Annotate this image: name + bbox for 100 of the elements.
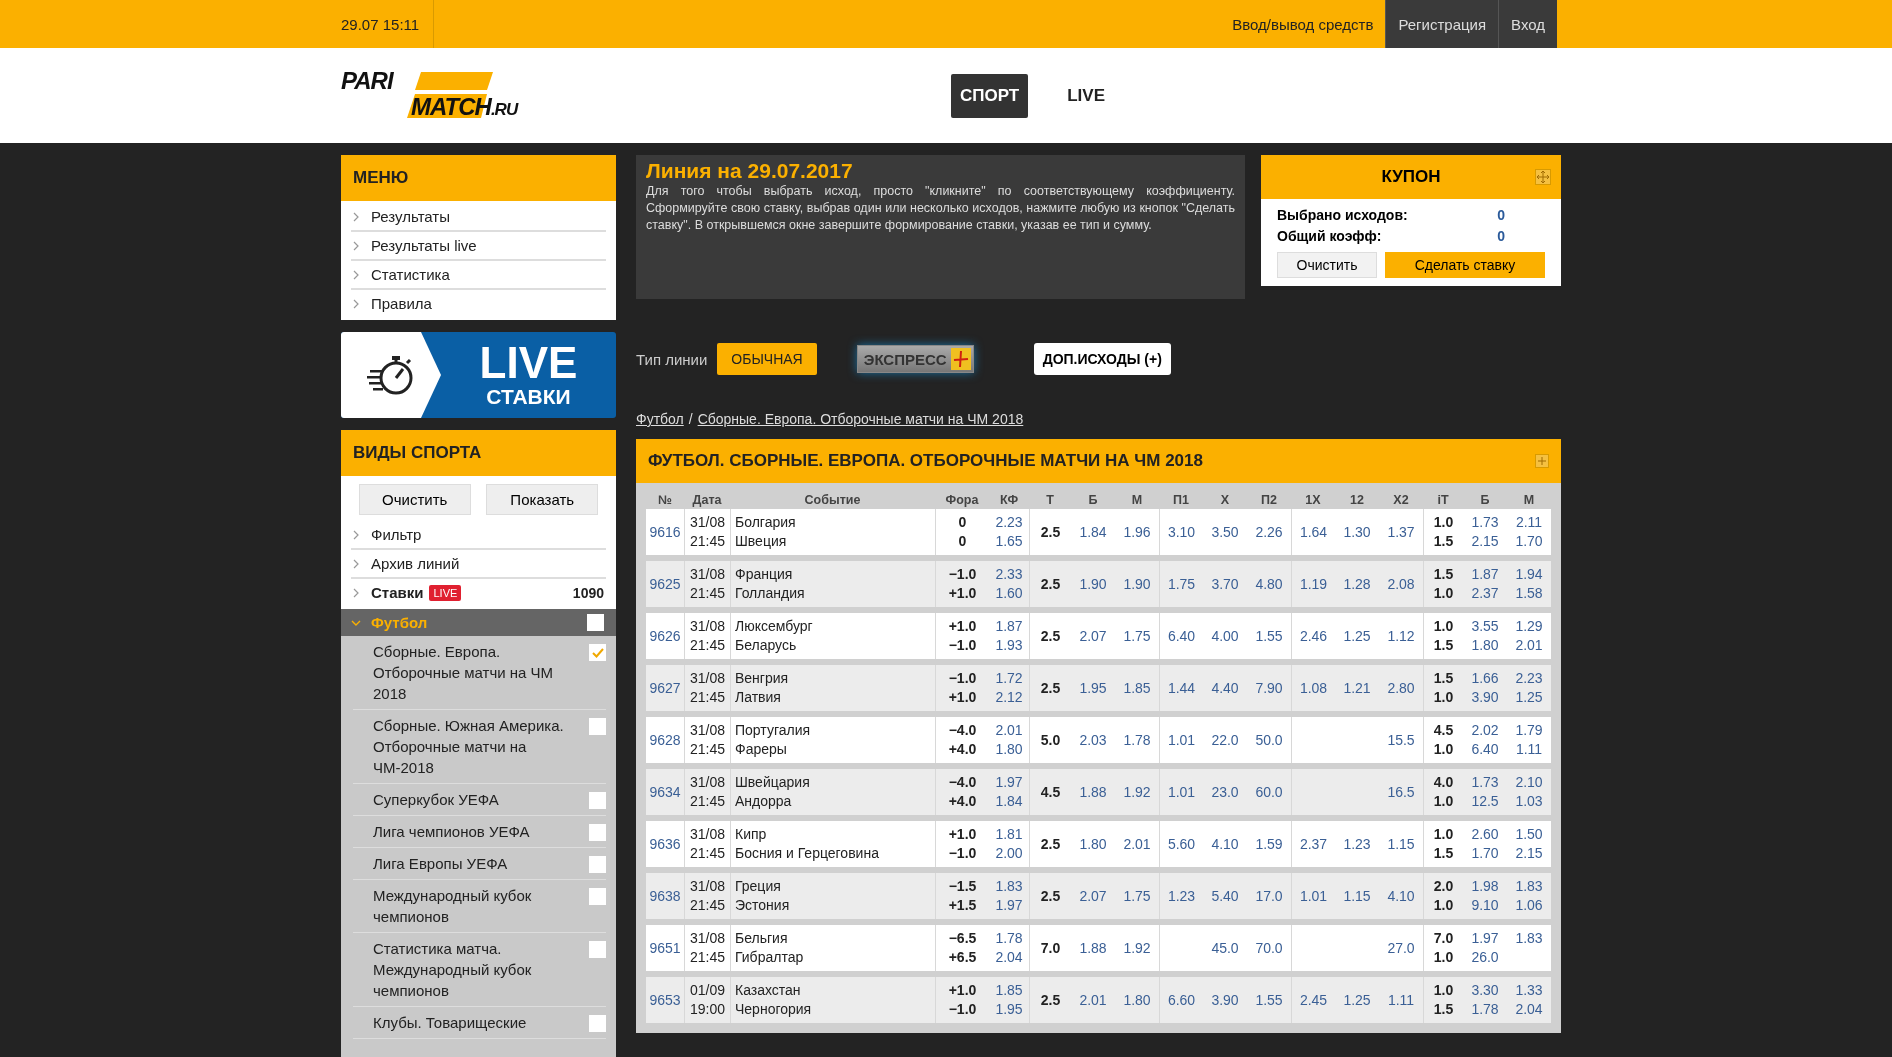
odds-value[interactable]: 1.72 (995, 669, 1023, 688)
odds-value[interactable]: 1.60 (995, 584, 1023, 603)
nav-tab[interactable]: LIVE (1058, 73, 1114, 118)
menu-item[interactable]: Результаты (351, 203, 606, 232)
odds-value[interactable]: 1.25 (1515, 688, 1543, 707)
odds-value[interactable]: 22.0 (1211, 730, 1239, 750)
league-item[interactable]: Суперкубок УЕФА (373, 789, 499, 810)
coupon-button[interactable]: Очистить (1277, 252, 1377, 278)
odds-value[interactable]: 3.10 (1167, 522, 1196, 542)
odds-value[interactable]: 1.65 (995, 532, 1023, 551)
odds-value[interactable]: 1.75 (1123, 626, 1151, 646)
league-item[interactable]: Международный кубок чемпионов (373, 885, 581, 927)
odds-value[interactable]: 3.70 (1211, 574, 1239, 594)
odds-value[interactable]: 2.00 (995, 844, 1023, 863)
odds-value[interactable]: 1.15 (1387, 834, 1415, 854)
odds-value[interactable]: 4.80 (1255, 574, 1283, 594)
line-type-button[interactable]: ОБЫЧНАЯ (717, 343, 817, 375)
odds-value[interactable]: 1.97 (1471, 929, 1499, 948)
league-item[interactable]: Статистика матча. Международный кубок чемпионов (373, 938, 581, 1001)
checkbox[interactable] (589, 644, 606, 661)
odds-value[interactable]: 1.12 (1387, 626, 1415, 646)
odds-value[interactable]: 1.19 (1299, 574, 1328, 594)
breadcrumb-link[interactable]: Футбол (636, 411, 684, 427)
odds-value[interactable]: 2.02 (1471, 721, 1499, 740)
odds-value[interactable]: 1.83 (1515, 929, 1543, 948)
odds-value[interactable]: 1.95 (1079, 678, 1107, 698)
match-number[interactable]: 9653 (649, 990, 681, 1010)
odds-value[interactable]: 1.29 (1515, 617, 1543, 636)
odds-value[interactable]: 2.07 (1079, 626, 1107, 646)
odds-value[interactable]: 1.88 (1079, 782, 1107, 802)
menu-item[interactable]: Правила (351, 290, 606, 317)
match-number[interactable]: 9636 (649, 834, 681, 854)
odds-value[interactable]: 1.85 (1123, 678, 1151, 698)
odds-value[interactable]: 1.59 (1255, 834, 1283, 854)
odds-value[interactable]: 2.23 (1515, 669, 1543, 688)
odds-value[interactable]: 1.70 (1515, 532, 1543, 551)
odds-value[interactable]: 2.01 (1515, 636, 1543, 655)
header-button[interactable]: Вход (1498, 0, 1557, 48)
sport-item[interactable]: Ставки LIVE 1090 (351, 579, 606, 606)
header-button[interactable]: Регистрация (1385, 0, 1499, 48)
odds-value[interactable]: 1.90 (1123, 574, 1151, 594)
checkbox[interactable] (589, 792, 606, 809)
league-item[interactable]: Лига чемпионов УЕФА (373, 821, 530, 842)
odds-value[interactable]: 2.37 (1471, 584, 1499, 603)
coupon-button[interactable]: Сделать ставку (1385, 252, 1545, 278)
odds-value[interactable]: 1.33 (1515, 981, 1543, 1000)
odds-value[interactable]: 1.80 (1471, 636, 1499, 655)
odds-value[interactable]: 27.0 (1387, 938, 1415, 958)
checkbox[interactable] (589, 941, 606, 958)
breadcrumb-link[interactable]: Сборные. Европа. Отборочные матчи на ЧМ 2018 (697, 411, 1024, 427)
odds-value[interactable]: 1.25 (1343, 626, 1371, 646)
odds-value[interactable]: 2.80 (1387, 678, 1415, 698)
odds-value[interactable]: 1.50 (1515, 825, 1543, 844)
sports-button[interactable]: Очистить (358, 484, 471, 515)
odds-value[interactable]: 6.40 (1471, 740, 1499, 759)
odds-value[interactable]: 1.58 (1515, 584, 1543, 603)
sport-item[interactable]: Архив линий (351, 550, 606, 579)
odds-value[interactable]: 1.21 (1343, 678, 1371, 698)
odds-value[interactable]: 45.0 (1211, 938, 1239, 958)
odds-value[interactable]: 1.78 (1123, 730, 1151, 750)
odds-value[interactable]: 2.37 (1299, 834, 1328, 854)
odds-value[interactable]: 1.06 (1515, 896, 1543, 915)
odds-value[interactable]: 2.45 (1299, 990, 1328, 1010)
odds-value[interactable]: 2.01 (995, 721, 1023, 740)
match-number[interactable]: 9628 (649, 730, 681, 750)
odds-value[interactable]: 1.97 (995, 896, 1023, 915)
odds-value[interactable]: 1.64 (1299, 522, 1328, 542)
odds-value[interactable]: 2.15 (1515, 844, 1543, 863)
odds-value[interactable]: 1.85 (995, 981, 1023, 1000)
odds-value[interactable]: 2.46 (1299, 626, 1328, 646)
match-number[interactable]: 9627 (649, 678, 681, 698)
odds-value[interactable]: 1.55 (1255, 626, 1283, 646)
checkbox[interactable] (589, 718, 606, 735)
odds-value[interactable]: 1.95 (995, 1000, 1023, 1019)
odds-value[interactable]: 2.15 (1471, 532, 1499, 551)
odds-value[interactable]: 1.75 (1167, 574, 1196, 594)
checkbox[interactable] (587, 614, 604, 631)
odds-value[interactable]: 2.33 (995, 565, 1023, 584)
odds-value[interactable]: 4.00 (1211, 626, 1239, 646)
expand-icon[interactable] (1535, 454, 1549, 468)
odds-value[interactable]: 3.50 (1211, 522, 1239, 542)
move-icon[interactable] (1535, 169, 1551, 185)
odds-value[interactable]: 1.92 (1123, 938, 1151, 958)
odds-value[interactable]: 1.93 (995, 636, 1023, 655)
odds-value[interactable]: 2.11 (1515, 513, 1543, 532)
odds-value[interactable]: 23.0 (1211, 782, 1239, 802)
odds-value[interactable]: 2.07 (1079, 886, 1107, 906)
express-toggle[interactable]: ЭКСПРЕСС (856, 345, 974, 373)
match-number[interactable]: 9616 (649, 522, 681, 542)
odds-value[interactable]: 50.0 (1255, 730, 1283, 750)
extra-outcomes-button[interactable]: ДОП.ИСХОДЫ (+) (1033, 343, 1171, 375)
odds-value[interactable]: 3.90 (1471, 688, 1499, 707)
odds-value[interactable]: 4.10 (1211, 834, 1239, 854)
odds-value[interactable]: 1.25 (1343, 990, 1371, 1010)
checkbox[interactable] (589, 824, 606, 841)
odds-value[interactable]: 2.03 (1079, 730, 1107, 750)
odds-value[interactable]: 1.83 (1515, 877, 1543, 896)
odds-value[interactable]: 1.94 (1515, 565, 1543, 584)
odds-value[interactable]: 1.98 (1471, 877, 1499, 896)
odds-value[interactable]: 1.80 (995, 740, 1023, 759)
